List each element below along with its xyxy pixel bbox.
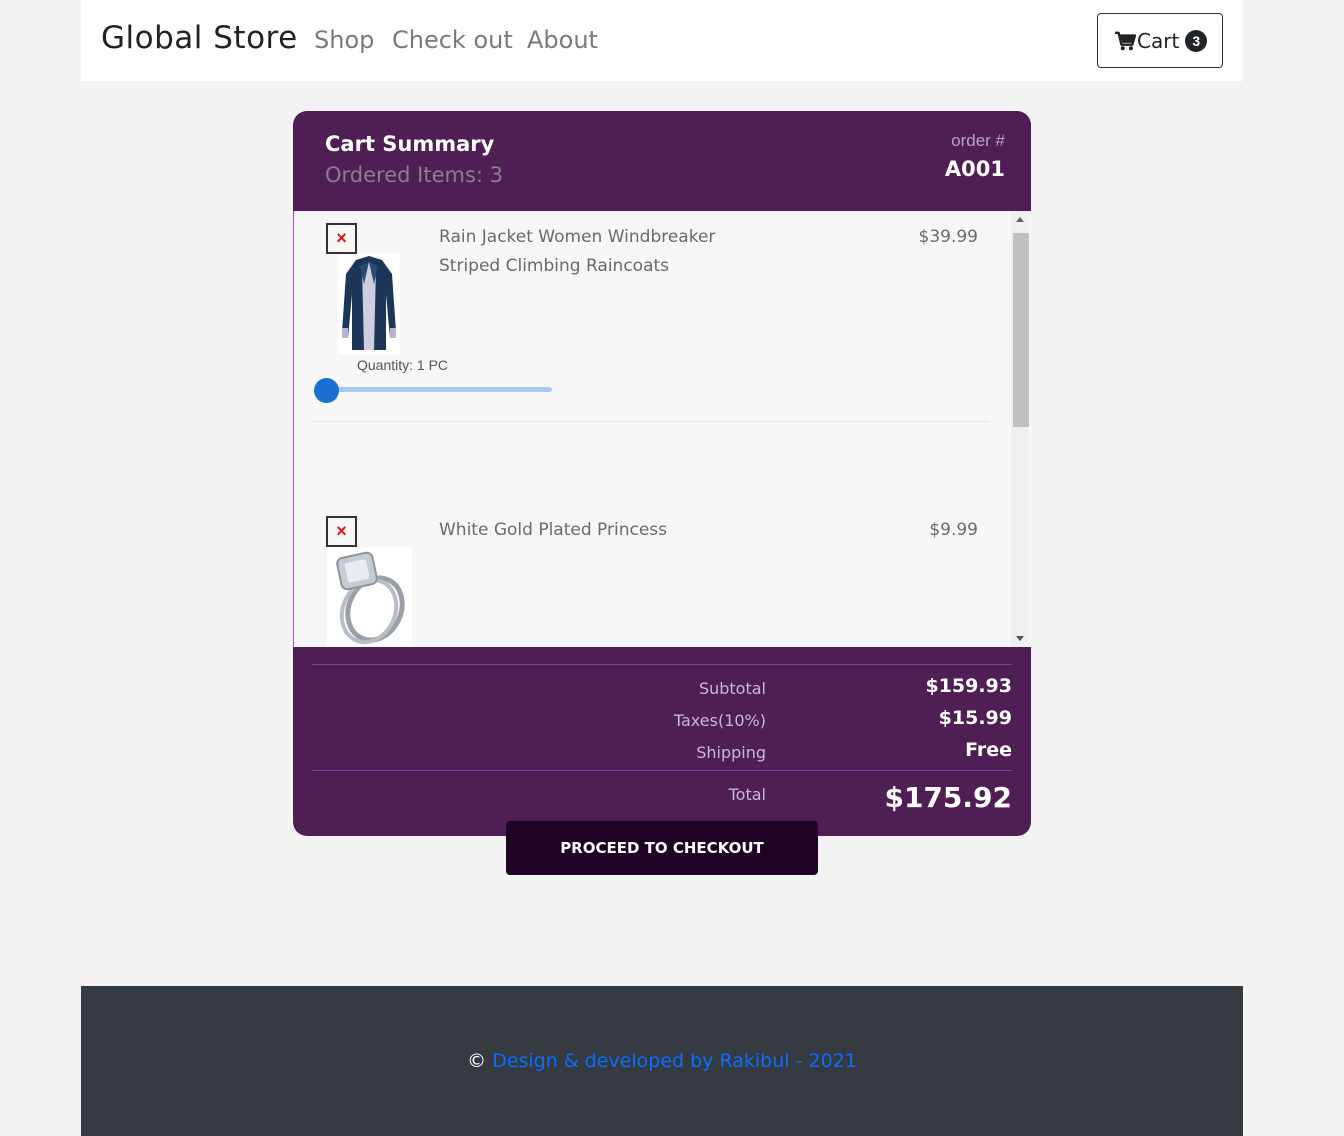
- order-label: order #: [951, 131, 1005, 150]
- quantity-slider-thumb[interactable]: [314, 378, 339, 403]
- total-label: Total: [728, 785, 766, 804]
- cart-item: × Rain Jacket Women Windbreaker Striped …: [294, 211, 1010, 423]
- summary-divider: [312, 770, 1012, 771]
- nav-link-shop[interactable]: Shop: [314, 26, 374, 54]
- footer: © Design & developed by Rakibul - 2021: [81, 986, 1243, 1136]
- ring-image: [327, 547, 412, 647]
- quantity-slider-track[interactable]: [316, 387, 552, 392]
- cart-button[interactable]: Cart 3: [1097, 13, 1223, 68]
- footer-text: © Design & developed by Rakibul - 2021: [81, 1050, 1243, 1072]
- scrollbar-thumb[interactable]: [1013, 233, 1029, 427]
- cart-label: Cart: [1137, 28, 1180, 53]
- shipping-value: Free: [965, 739, 1012, 761]
- order-number: A001: [944, 157, 1005, 181]
- remove-item-button[interactable]: ×: [326, 516, 357, 547]
- taxes-value: $15.99: [938, 707, 1012, 729]
- item-price: $9.99: [929, 520, 978, 540]
- nav-link-checkout[interactable]: Check out: [392, 26, 513, 54]
- item-name: Rain Jacket Women Windbreaker Striped Cl…: [439, 227, 716, 276]
- item-name: White Gold Plated Princess: [439, 520, 667, 540]
- subtotal-label: Subtotal: [698, 679, 766, 698]
- footer-credit-link[interactable]: Design & developed by Rakibul - 2021: [492, 1050, 857, 1072]
- total-value: $175.92: [884, 781, 1012, 814]
- summary-divider: [312, 664, 1012, 665]
- taxes-label: Taxes(10%): [673, 711, 766, 730]
- scroll-up-arrow-icon[interactable]: [1016, 217, 1024, 222]
- ordered-items-count: Ordered Items: 3: [325, 163, 503, 187]
- item-divider: [312, 421, 990, 422]
- cart-count-badge: 3: [1185, 29, 1208, 52]
- item-price: $39.99: [918, 227, 978, 247]
- subtotal-value: $159.93: [925, 675, 1012, 697]
- proceed-to-checkout-button[interactable]: PROCEED TO CHECKOUT: [506, 821, 818, 875]
- shipping-label: Shipping: [696, 743, 766, 762]
- copyright-symbol: ©: [467, 1050, 487, 1072]
- cart-icon: [1115, 31, 1136, 50]
- scroll-down-arrow-icon[interactable]: [1016, 636, 1024, 641]
- cart-summary-card: Cart Summary Ordered Items: 3 order # A0…: [293, 111, 1031, 836]
- nav-link-about[interactable]: About: [527, 26, 598, 54]
- brand-logo[interactable]: Global Store: [101, 20, 298, 56]
- cart-summary-title: Cart Summary: [325, 132, 495, 156]
- cart-item: × White Gold Plated Princess $9.99: [294, 511, 1010, 647]
- scrollbar[interactable]: [1011, 211, 1029, 647]
- jacket-image: [338, 254, 400, 354]
- remove-item-button[interactable]: ×: [326, 223, 357, 254]
- cart-items-list[interactable]: × Rain Jacket Women Windbreaker Striped …: [293, 211, 1031, 647]
- navbar: Global Store Shop Check out About Cart 3: [81, 0, 1243, 81]
- quantity-label: Quantity: 1 PC: [357, 357, 449, 373]
